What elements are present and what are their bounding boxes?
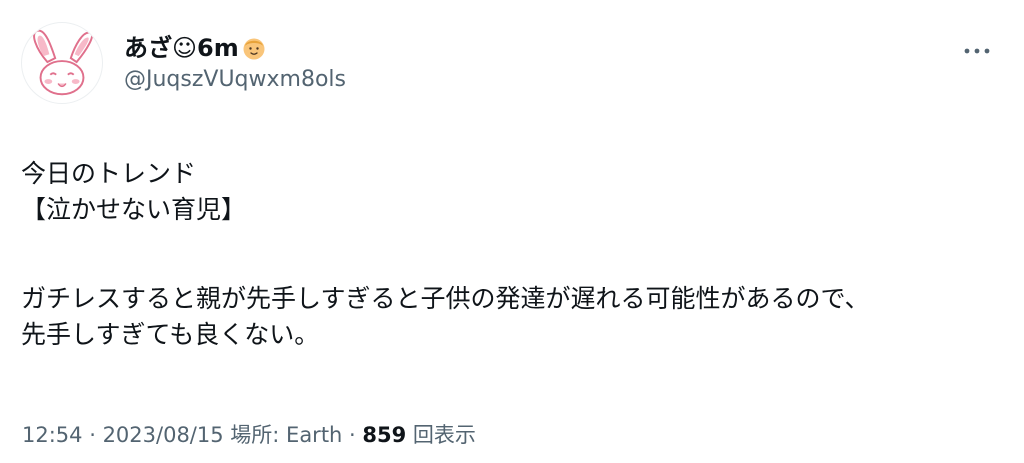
- more-options-icon: [964, 48, 990, 54]
- tweet-line: 今日のトレンド: [21, 159, 197, 188]
- separator: ·: [342, 423, 363, 447]
- more-options-button[interactable]: [962, 44, 992, 58]
- views-label: 回表示: [406, 423, 476, 447]
- tweet-time[interactable]: 12:54: [22, 423, 83, 447]
- tweet-date[interactable]: 2023/08/15: [103, 423, 224, 447]
- avatar[interactable]: [21, 22, 103, 104]
- tweet-line: ガチレスすると親が先手しすぎると子供の発達が遅れる可能性があるので、: [21, 284, 870, 313]
- bunny-avatar-icon: [33, 29, 93, 96]
- tweet-line: 先手しすぎても良くない。: [21, 320, 320, 349]
- tweet-card: あざ☺6m @JuqszVUqwxm8ols 今日のトレンド 【泣かせない育児】…: [0, 0, 1024, 463]
- place-name[interactable]: Earth: [286, 423, 342, 447]
- place-label: 場所:: [223, 423, 287, 447]
- tweet-line: 【泣かせない育児】: [21, 195, 247, 224]
- user-handle[interactable]: @JuqszVUqwxm8ols: [124, 66, 346, 94]
- tweet-text: 今日のトレンド 【泣かせない育児】 ガチレスすると親が先手しすぎると子供の発達が…: [21, 156, 1011, 353]
- separator: ·: [82, 423, 103, 447]
- display-name-text: あざ☺6m: [124, 34, 239, 62]
- baby-face-emoji-icon: [241, 35, 267, 61]
- display-name[interactable]: あざ☺6m: [124, 33, 346, 63]
- tweet-metadata: 12:54 · 2023/08/15 場所: Earth · 859 回表示: [22, 420, 476, 450]
- view-count[interactable]: 859: [362, 423, 406, 447]
- user-info: あざ☺6m @JuqszVUqwxm8ols: [124, 33, 346, 94]
